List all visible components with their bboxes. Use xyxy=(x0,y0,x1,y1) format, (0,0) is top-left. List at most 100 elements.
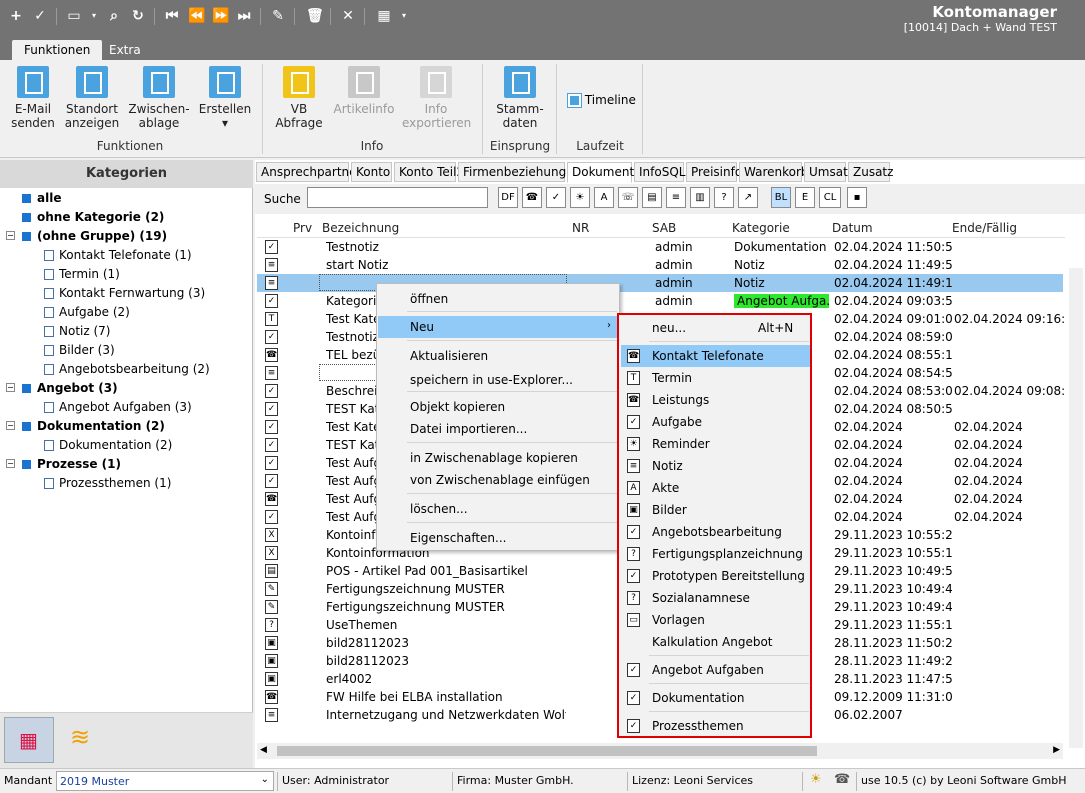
context-menu-item[interactable]: in Zwischenablage kopieren xyxy=(378,447,618,469)
phone-filter-icon[interactable]: ☏ xyxy=(618,187,638,208)
check-icon[interactable]: ✓ xyxy=(32,8,48,24)
collapse-icon[interactable]: − xyxy=(6,421,15,430)
print-dropdown-icon[interactable]: ▾ xyxy=(86,8,102,24)
submenu-item[interactable]: ✓ Angebotsbearbeitung xyxy=(621,521,810,543)
category-item[interactable]: Prozessthemen (1) xyxy=(44,474,171,493)
collapse-icon[interactable]: − xyxy=(6,459,15,468)
vb-query-button[interactable]: VB Abfrage xyxy=(272,66,326,130)
vertical-scrollbar[interactable] xyxy=(1069,268,1083,748)
col-sab[interactable]: SAB xyxy=(652,221,676,235)
context-menu-item[interactable]: von Zwischenablage einfügen xyxy=(378,469,618,491)
file-filter-icon[interactable]: A xyxy=(594,187,614,208)
submenu-item[interactable]: ✓ Prototypen Bereitstellung xyxy=(621,565,810,587)
tab-konto-teil2[interactable]: Konto Teil2 xyxy=(394,162,464,182)
horizontal-scroll-thumb[interactable] xyxy=(277,746,817,756)
category-item[interactable]: Kontakt Fernwartung (3) xyxy=(44,284,205,303)
col-kategorie[interactable]: Kategorie xyxy=(732,221,790,235)
col-prv[interactable]: Prv xyxy=(293,221,312,235)
categories-view-button[interactable]: ▦ xyxy=(4,717,54,763)
submenu-item[interactable]: ✓ Aufgabe xyxy=(621,411,810,433)
tab-umsatz[interactable]: Umsatz xyxy=(804,162,854,182)
submenu-item[interactable]: ☀ Reminder xyxy=(621,433,810,455)
print-icon[interactable]: ▭ xyxy=(66,8,82,24)
submenu-item[interactable]: Kalkulation Angebot xyxy=(621,631,810,653)
zoom-icon[interactable]: ⌕ xyxy=(106,8,122,24)
clipboard-button[interactable]: Zwischen- ablage xyxy=(128,66,190,130)
database-view-button[interactable]: ≋ xyxy=(70,723,90,751)
first-record-icon[interactable]: ⏮ xyxy=(164,8,180,24)
reminder-filter-icon[interactable]: ☀ xyxy=(570,187,590,208)
collapse-icon[interactable]: − xyxy=(6,383,15,392)
cl-button[interactable]: CL xyxy=(819,187,841,208)
category-item[interactable]: Angebotsbearbeitung (2) xyxy=(44,360,210,379)
context-menu-item[interactable]: speichern in use-Explorer... xyxy=(378,369,618,391)
col-bezeichnung[interactable]: Bezeichnung xyxy=(322,221,399,235)
scroll-right-icon[interactable]: ▶ xyxy=(1053,745,1060,755)
reminder-icon[interactable]: ☀ xyxy=(810,772,822,787)
category-item[interactable]: Angebot (3) xyxy=(22,379,118,398)
context-menu-item[interactable]: öffnen xyxy=(378,288,618,310)
submenu-item[interactable]: T Termin xyxy=(621,367,810,389)
contact-filter-icon[interactable]: ☎ xyxy=(522,187,542,208)
mandant-select[interactable]: 2019 Muster ⌄ xyxy=(56,771,274,791)
tab-infosql[interactable]: InfoSQL xyxy=(634,162,685,182)
add-icon[interactable]: + xyxy=(8,8,24,24)
collapse-icon[interactable]: − xyxy=(6,231,15,240)
task-filter-icon[interactable]: ✓ xyxy=(546,187,566,208)
bl-button[interactable]: BL xyxy=(771,187,791,208)
context-menu-item[interactable]: Neu xyxy=(378,316,618,338)
submenu-item[interactable]: ☎ Kontakt Telefonate xyxy=(621,345,810,367)
submenu-item[interactable]: A Akte xyxy=(621,477,810,499)
category-item[interactable]: Prozesse (1) xyxy=(22,455,121,474)
tab-ansprechpartner[interactable]: Ansprechpartner xyxy=(256,162,361,182)
context-menu-item[interactable]: Eigenschaften... xyxy=(378,527,618,549)
last-record-icon[interactable]: ⏭ xyxy=(236,8,252,24)
next-record-icon[interactable]: ⏩ xyxy=(212,8,229,24)
category-item[interactable]: Bilder (3) xyxy=(44,341,115,360)
context-menu-item[interactable]: Datei importieren... xyxy=(378,418,618,440)
tab-preisinfo[interactable]: Preisinfo xyxy=(686,162,742,182)
submenu-new-item[interactable]: neu... Alt+N xyxy=(621,317,810,339)
email-send-button[interactable]: E-Mail senden xyxy=(10,66,56,130)
category-item[interactable]: ohne Kategorie (2) xyxy=(22,208,164,227)
submenu-item[interactable]: ▭ Vorlagen xyxy=(621,609,810,631)
col-ende-faellig[interactable]: Ende/Fällig xyxy=(952,221,1017,235)
create-button[interactable]: Erstellen ▾ xyxy=(196,66,254,130)
submenu-item[interactable]: ✓ Prozessthemen xyxy=(621,715,810,737)
submenu-item[interactable]: ✓ Angebot Aufgaben xyxy=(621,659,810,681)
submenu-item[interactable]: ▣ Bilder xyxy=(621,499,810,521)
tab-firmenbeziehungen[interactable]: Firmenbeziehungen xyxy=(458,162,581,182)
category-item[interactable]: Angebot Aufgaben (3) xyxy=(44,398,192,417)
category-item[interactable]: Dokumentation (2) xyxy=(22,417,165,436)
horizontal-scrollbar[interactable]: ◀ ▶ xyxy=(257,743,1063,759)
ribbon-tab-funktionen[interactable]: Funktionen xyxy=(12,40,103,61)
submenu-item[interactable]: ? Fertigungsplanzeichnung xyxy=(621,543,810,565)
tab-dokumente[interactable]: Dokumente xyxy=(567,162,642,183)
info-export-button[interactable]: Info exportieren xyxy=(402,66,471,130)
refresh-icon[interactable]: ↻ xyxy=(130,8,146,24)
edit-icon[interactable]: ✎ xyxy=(270,8,286,24)
search-input[interactable] xyxy=(307,187,488,208)
tab-zusatz[interactable]: Zusatz xyxy=(848,162,893,182)
tab-warenkorb[interactable]: Warenkorb xyxy=(739,162,809,182)
submenu-item[interactable]: ✓ Dokumentation xyxy=(621,687,810,709)
col-datum[interactable]: Datum xyxy=(832,221,873,235)
delete-icon[interactable]: 🗑 xyxy=(306,8,324,24)
category-item[interactable]: Aufgabe (2) xyxy=(44,303,130,322)
table-row[interactable]: ✓ Testnotiz admin Dokumentation 02.04.2024 1… xyxy=(257,238,1063,256)
phone-icon[interactable]: ☎ xyxy=(834,772,850,787)
category-item[interactable]: (ohne Gruppe) (19) xyxy=(22,227,167,246)
submenu-item[interactable]: ☎ Leistungs xyxy=(621,389,810,411)
timeline-toggle[interactable]: Timeline xyxy=(567,93,636,108)
df-button[interactable]: DF xyxy=(498,187,518,208)
e-button[interactable]: E xyxy=(795,187,815,208)
context-menu-item[interactable]: löschen... xyxy=(378,498,618,520)
category-item[interactable]: Notiz (7) xyxy=(44,322,110,341)
category-item[interactable]: Kontakt Telefonate (1) xyxy=(44,246,192,265)
show-location-button[interactable]: Standort anzeigen xyxy=(64,66,120,130)
question-filter-icon[interactable]: ? xyxy=(714,187,734,208)
tab-konto[interactable]: Konto xyxy=(351,162,392,182)
context-menu-item[interactable]: Objekt kopieren xyxy=(378,396,618,418)
article-info-button[interactable]: Artikelinfo xyxy=(332,66,396,116)
submenu-item[interactable]: ? Sozialanamnese xyxy=(621,587,810,609)
